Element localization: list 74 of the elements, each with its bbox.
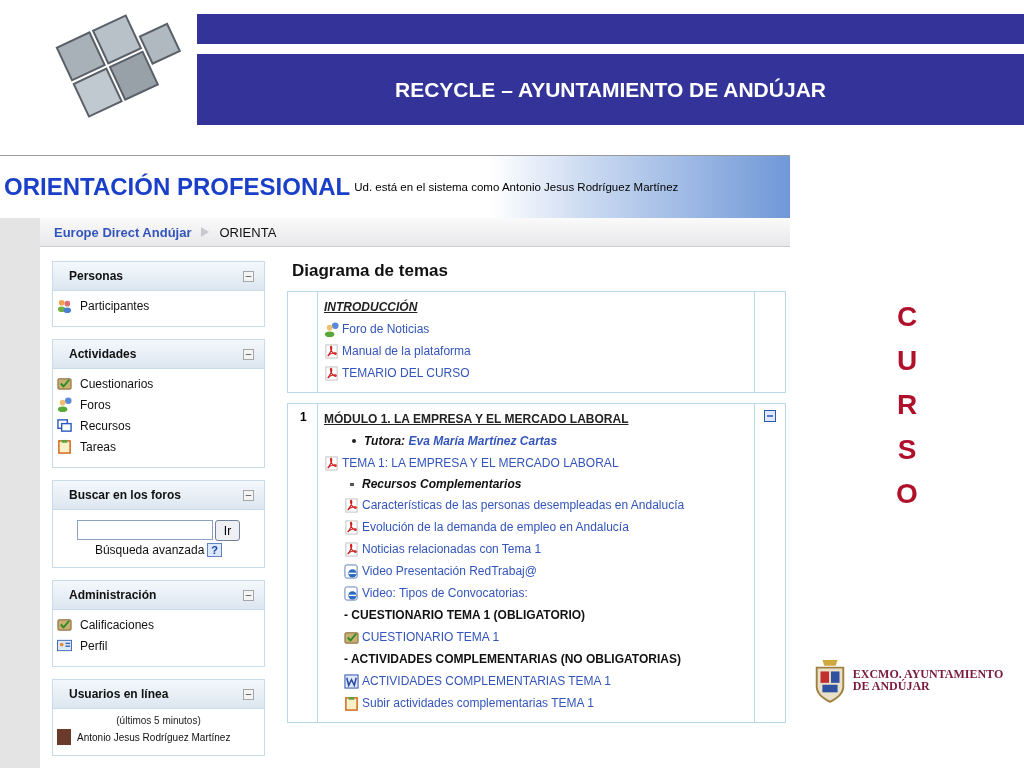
- pdf-icon: [324, 455, 339, 471]
- help-icon[interactable]: ?: [207, 543, 223, 557]
- avatar-placeholder: [57, 729, 71, 745]
- collapse-icon[interactable]: [243, 688, 254, 700]
- vertical-course-label: CURSO: [895, 300, 919, 511]
- pdf-icon: [324, 365, 339, 381]
- resource-link[interactable]: Video Presentación RedTrabaj@: [362, 564, 537, 578]
- topic-number: 1: [300, 410, 307, 424]
- block-title: Administración: [69, 588, 157, 602]
- resource-link[interactable]: CUESTIONARIO TEMA 1: [362, 630, 500, 644]
- collapse-icon[interactable]: [243, 270, 254, 282]
- resource-link[interactable]: Foro de Noticias: [342, 322, 430, 336]
- block-title: Actividades: [69, 347, 137, 361]
- sidebar-link[interactable]: Foros: [80, 397, 111, 412]
- resource-link[interactable]: Noticias relacionadas con Tema 1: [362, 542, 542, 556]
- time-note: (últimos 5 minutos): [115, 715, 202, 726]
- video-icon: [344, 585, 359, 601]
- sidebar-link[interactable]: Cuestionarios: [80, 376, 154, 391]
- forum-icon: [57, 397, 72, 412]
- forum-icon: [324, 321, 339, 337]
- topic-title: MÓDULO 1. LA EMPRESA Y EL MERCADO LABORAL: [324, 412, 629, 426]
- sidebar-link[interactable]: Perfil: [80, 638, 108, 653]
- bullet-icon: [352, 439, 356, 443]
- block-title: Usuarios en línea: [69, 687, 169, 701]
- quiz-icon: [57, 617, 72, 632]
- block-title: Buscar en los foros: [69, 488, 182, 502]
- windows-icon: [57, 418, 72, 433]
- go-button[interactable]: Ir: [214, 520, 241, 541]
- slide-title: RECYCLE – AYUNTAMIENTO DE ANDÚJAR: [395, 77, 826, 102]
- search-field[interactable]: [76, 520, 213, 540]
- activity-heading: - CUESTIONARIO TEMA 1 (OBLIGATORIO): [344, 608, 586, 622]
- page-heading: Diagrama de temas: [292, 261, 449, 281]
- collapse-icon[interactable]: [243, 589, 254, 601]
- sidebar-link[interactable]: Tareas: [80, 439, 117, 454]
- subheading: Recursos Complementarios: [362, 477, 522, 491]
- resource-link[interactable]: Evolución de la demanda de empleo en Andalucía: [362, 520, 629, 534]
- collapse-icon[interactable]: [764, 410, 776, 422]
- collapse-icon[interactable]: [243, 348, 254, 360]
- tutor-line: Tutora: Eva María Martínez Cartas: [364, 434, 558, 448]
- sidebar-link[interactable]: Recursos: [80, 418, 131, 433]
- video-icon: [344, 563, 359, 579]
- council-name: DE ANDÚJAR: [852, 680, 931, 693]
- pdf-icon: [344, 497, 359, 513]
- clipboard-icon: [344, 695, 359, 711]
- site-title: ORIENTACIÓN PROFESIONAL: [3, 173, 351, 201]
- collapse-icon[interactable]: [243, 489, 254, 501]
- clipboard-icon: [57, 439, 72, 454]
- activity-heading: - ACTIVIDADES COMPLEMENTARIAS (NO OBLIGATORIAS): [344, 652, 681, 666]
- bullet-icon: [350, 482, 354, 486]
- block-title: Personas: [69, 269, 124, 283]
- sidebar-link[interactable]: Calificaciones: [80, 617, 155, 632]
- breadcrumb-arrow-icon: [201, 227, 210, 237]
- resource-link[interactable]: Subir actividades complementarias TEMA 1: [362, 696, 594, 710]
- resource-link[interactable]: Manual de la plataforma: [342, 344, 471, 358]
- resource-link[interactable]: TEMA 1: LA EMPRESA Y EL MERCADO LABORAL: [342, 456, 619, 470]
- quiz-icon: [344, 629, 359, 645]
- breadcrumb-current: ORIENTA: [219, 224, 277, 240]
- quiz-icon: [57, 376, 72, 391]
- people-icon: [57, 298, 72, 313]
- login-info: Ud. está en el sistema como Antonio Jesus Rodríguez Martínez: [354, 181, 679, 193]
- profile-card-icon: [57, 638, 72, 653]
- advanced-search-link[interactable]: Búsqueda avanzada: [94, 543, 205, 557]
- resource-link[interactable]: TEMARIO DEL CURSO: [342, 366, 470, 380]
- pdf-icon: [324, 343, 339, 359]
- user-link[interactable]: Antonio Jesus Rodríguez Martínez: [77, 731, 231, 743]
- resource-link[interactable]: ACTIVIDADES COMPLEMENTARIAS TEMA 1: [362, 674, 611, 688]
- pdf-icon: [344, 541, 359, 557]
- breadcrumb-link[interactable]: Europe Direct Andújar: [54, 224, 192, 240]
- sidebar-link[interactable]: Participantes: [80, 298, 150, 313]
- resource-link[interactable]: Video: Tipos de Convocatorias:: [362, 586, 528, 600]
- topic-title: INTRODUCCIÓN: [324, 300, 418, 314]
- resource-link[interactable]: Características de las personas desempleadas en Andalucía: [362, 498, 685, 512]
- document-icon: [344, 673, 359, 689]
- pdf-icon: [344, 519, 359, 535]
